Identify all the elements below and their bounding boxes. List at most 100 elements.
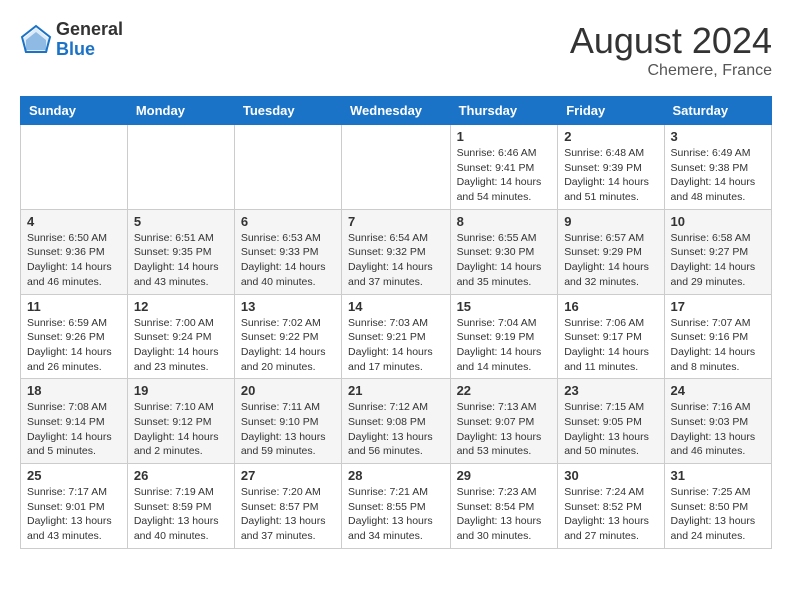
calendar-cell: 20 Sunrise: 7:11 AM Sunset: 9:10 PM Dayli… (234, 379, 341, 464)
day-data: Sunrise: 7:02 AM Sunset: 9:22 PM Dayligh… (241, 316, 335, 375)
calendar-cell: 7 Sunrise: 6:54 AM Sunset: 9:32 PM Daylig… (342, 209, 451, 294)
day-number: 20 (241, 383, 335, 398)
calendar-cell: 31 Sunrise: 7:25 AM Sunset: 8:50 PM Dayli… (664, 464, 771, 549)
day-data: Sunrise: 7:07 AM Sunset: 9:16 PM Dayligh… (671, 316, 765, 375)
day-data: Sunrise: 7:00 AM Sunset: 9:24 PM Dayligh… (134, 316, 228, 375)
day-data: Sunrise: 7:24 AM Sunset: 8:52 PM Dayligh… (564, 485, 657, 544)
day-data: Sunrise: 6:59 AM Sunset: 9:26 PM Dayligh… (27, 316, 121, 375)
day-data: Sunrise: 6:46 AM Sunset: 9:41 PM Dayligh… (457, 146, 552, 205)
day-data: Sunrise: 6:50 AM Sunset: 9:36 PM Dayligh… (27, 231, 121, 290)
day-number: 4 (27, 214, 121, 229)
day-data: Sunrise: 6:54 AM Sunset: 9:32 PM Dayligh… (348, 231, 444, 290)
day-data: Sunrise: 6:49 AM Sunset: 9:38 PM Dayligh… (671, 146, 765, 205)
calendar-cell: 24Sunrise: 7:16 AM Sunset: 9:03 PM Dayli… (664, 379, 771, 464)
calendar-cell: 5 Sunrise: 6:51 AM Sunset: 9:35 PM Daylig… (127, 209, 234, 294)
weekday-header-wednesday: Wednesday (342, 97, 451, 125)
day-number: 17 (671, 299, 765, 314)
day-data: Sunrise: 6:53 AM Sunset: 9:33 PM Dayligh… (241, 231, 335, 290)
title-block: August 2024 Chemere, France (570, 20, 772, 80)
day-data: Sunrise: 7:03 AM Sunset: 9:21 PM Dayligh… (348, 316, 444, 375)
calendar-cell (21, 125, 128, 210)
day-data: Sunrise: 7:06 AM Sunset: 9:17 PM Dayligh… (564, 316, 657, 375)
calendar-cell: 28 Sunrise: 7:21 AM Sunset: 8:55 PM Dayli… (342, 464, 451, 549)
day-data: Sunrise: 7:17 AM Sunset: 9:01 PM Dayligh… (27, 485, 121, 544)
day-number: 13 (241, 299, 335, 314)
month-year-title: August 2024 (570, 20, 772, 62)
calendar-cell: 11 Sunrise: 6:59 AM Sunset: 9:26 PM Dayli… (21, 294, 128, 379)
calendar-cell: 23Sunrise: 7:15 AM Sunset: 9:05 PM Dayli… (558, 379, 664, 464)
day-number: 11 (27, 299, 121, 314)
day-data: Sunrise: 7:19 AM Sunset: 8:59 PM Dayligh… (134, 485, 228, 544)
page-header: General Blue August 2024 Chemere, France (20, 20, 772, 80)
day-data: Sunrise: 7:13 AM Sunset: 9:07 PM Dayligh… (457, 400, 552, 459)
day-number: 24 (671, 383, 765, 398)
day-data: Sunrise: 7:12 AM Sunset: 9:08 PM Dayligh… (348, 400, 444, 459)
calendar-cell: 1 Sunrise: 6:46 AM Sunset: 9:41 PM Daylig… (450, 125, 558, 210)
calendar-cell: 8Sunrise: 6:55 AM Sunset: 9:30 PM Daylig… (450, 209, 558, 294)
day-number: 5 (134, 214, 228, 229)
weekday-header-tuesday: Tuesday (234, 97, 341, 125)
day-data: Sunrise: 7:15 AM Sunset: 9:05 PM Dayligh… (564, 400, 657, 459)
calendar-cell: 27 Sunrise: 7:20 AM Sunset: 8:57 PM Dayli… (234, 464, 341, 549)
day-data: Sunrise: 7:21 AM Sunset: 8:55 PM Dayligh… (348, 485, 444, 544)
day-number: 21 (348, 383, 444, 398)
logo-icon (20, 24, 52, 56)
weekday-header-friday: Friday (558, 97, 664, 125)
day-number: 31 (671, 468, 765, 483)
weekday-header-row: SundayMondayTuesdayWednesdayThursdayFrid… (21, 97, 772, 125)
calendar-cell: 15 Sunrise: 7:04 AM Sunset: 9:19 PM Dayli… (450, 294, 558, 379)
calendar-body: 1 Sunrise: 6:46 AM Sunset: 9:41 PM Daylig… (21, 125, 772, 549)
day-data: Sunrise: 7:25 AM Sunset: 8:50 PM Dayligh… (671, 485, 765, 544)
day-number: 19 (134, 383, 228, 398)
calendar-cell: 6Sunrise: 6:53 AM Sunset: 9:33 PM Daylig… (234, 209, 341, 294)
day-number: 16 (564, 299, 657, 314)
day-data: Sunrise: 6:55 AM Sunset: 9:30 PM Dayligh… (457, 231, 552, 290)
calendar-cell: 17 Sunrise: 7:07 AM Sunset: 9:16 PM Dayli… (664, 294, 771, 379)
day-number: 22 (457, 383, 552, 398)
day-number: 15 (457, 299, 552, 314)
calendar-week-5: 25Sunrise: 7:17 AM Sunset: 9:01 PM Dayli… (21, 464, 772, 549)
day-number: 12 (134, 299, 228, 314)
day-data: Sunrise: 7:20 AM Sunset: 8:57 PM Dayligh… (241, 485, 335, 544)
day-number: 28 (348, 468, 444, 483)
calendar-cell: 30 Sunrise: 7:24 AM Sunset: 8:52 PM Dayli… (558, 464, 664, 549)
calendar-cell: 14 Sunrise: 7:03 AM Sunset: 9:21 PM Dayli… (342, 294, 451, 379)
day-number: 10 (671, 214, 765, 229)
calendar-cell: 4 Sunrise: 6:50 AM Sunset: 9:36 PM Daylig… (21, 209, 128, 294)
logo: General Blue (20, 20, 123, 60)
calendar-cell: 12 Sunrise: 7:00 AM Sunset: 9:24 PM Dayli… (127, 294, 234, 379)
calendar-header: SundayMondayTuesdayWednesdayThursdayFrid… (21, 97, 772, 125)
calendar-cell: 13 Sunrise: 7:02 AM Sunset: 9:22 PM Dayli… (234, 294, 341, 379)
day-data: Sunrise: 6:51 AM Sunset: 9:35 PM Dayligh… (134, 231, 228, 290)
calendar-cell: 16 Sunrise: 7:06 AM Sunset: 9:17 PM Dayli… (558, 294, 664, 379)
day-number: 7 (348, 214, 444, 229)
weekday-header-sunday: Sunday (21, 97, 128, 125)
day-data: Sunrise: 6:57 AM Sunset: 9:29 PM Dayligh… (564, 231, 657, 290)
calendar-cell: 21 Sunrise: 7:12 AM Sunset: 9:08 PM Dayli… (342, 379, 451, 464)
location-subtitle: Chemere, France (570, 62, 772, 80)
day-data: Sunrise: 7:11 AM Sunset: 9:10 PM Dayligh… (241, 400, 335, 459)
calendar-week-2: 4 Sunrise: 6:50 AM Sunset: 9:36 PM Daylig… (21, 209, 772, 294)
day-number: 14 (348, 299, 444, 314)
day-number: 3 (671, 129, 765, 144)
calendar-cell (342, 125, 451, 210)
calendar-cell: 26Sunrise: 7:19 AM Sunset: 8:59 PM Dayli… (127, 464, 234, 549)
day-number: 29 (457, 468, 552, 483)
calendar-cell: 29 Sunrise: 7:23 AM Sunset: 8:54 PM Dayli… (450, 464, 558, 549)
calendar-cell: 18Sunrise: 7:08 AM Sunset: 9:14 PM Dayli… (21, 379, 128, 464)
day-data: Sunrise: 7:04 AM Sunset: 9:19 PM Dayligh… (457, 316, 552, 375)
weekday-header-saturday: Saturday (664, 97, 771, 125)
day-number: 30 (564, 468, 657, 483)
logo-general: General (56, 20, 123, 40)
calendar-cell: 19Sunrise: 7:10 AM Sunset: 9:12 PM Dayli… (127, 379, 234, 464)
weekday-header-monday: Monday (127, 97, 234, 125)
calendar-cell (234, 125, 341, 210)
day-number: 27 (241, 468, 335, 483)
day-number: 1 (457, 129, 552, 144)
day-data: Sunrise: 7:23 AM Sunset: 8:54 PM Dayligh… (457, 485, 552, 544)
calendar-cell: 25Sunrise: 7:17 AM Sunset: 9:01 PM Dayli… (21, 464, 128, 549)
calendar-cell: 2Sunrise: 6:48 AM Sunset: 9:39 PM Daylig… (558, 125, 664, 210)
calendar-cell: 3 Sunrise: 6:49 AM Sunset: 9:38 PM Daylig… (664, 125, 771, 210)
calendar-week-3: 11 Sunrise: 6:59 AM Sunset: 9:26 PM Dayli… (21, 294, 772, 379)
day-number: 9 (564, 214, 657, 229)
